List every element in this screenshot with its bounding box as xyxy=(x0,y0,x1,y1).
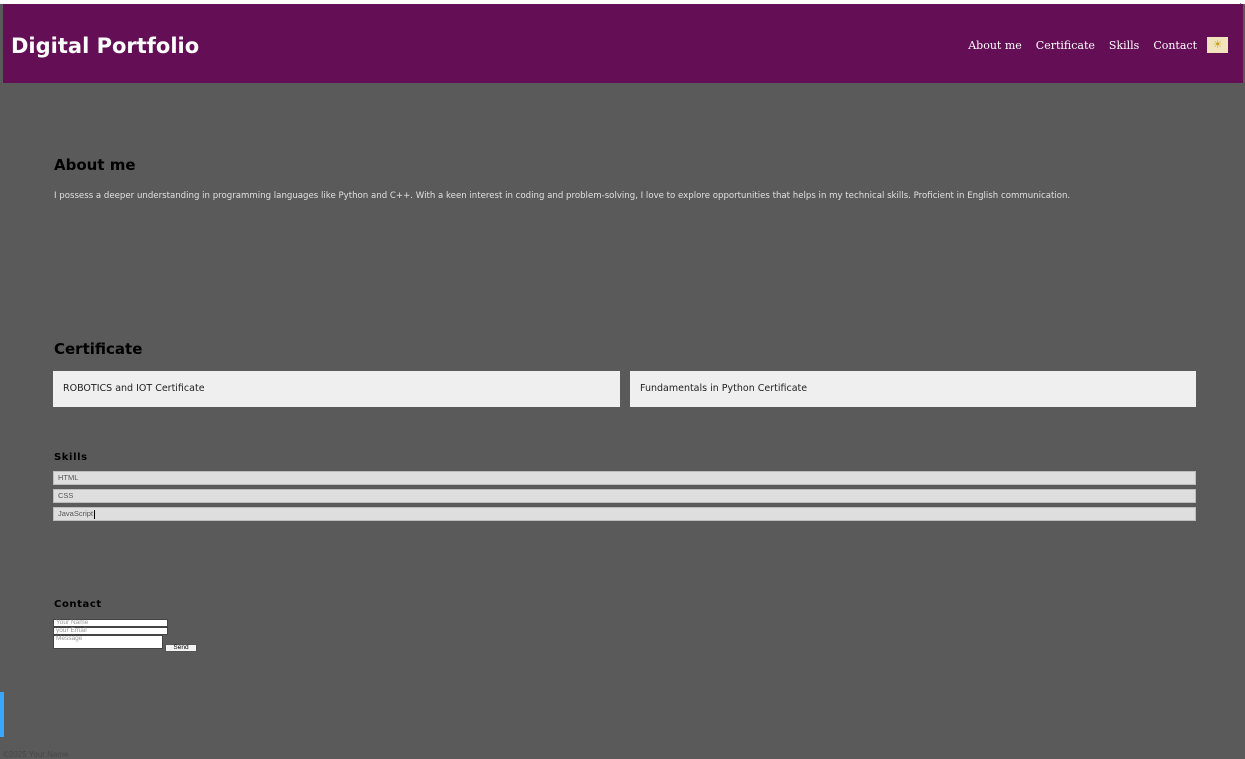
certificate-heading: Certificate xyxy=(54,340,143,358)
skill-bar-css: CSS xyxy=(53,489,1196,503)
nav-link-skills[interactable]: Skills xyxy=(1109,39,1139,52)
page: Digital Portfolio About me Certificate S… xyxy=(0,0,1245,759)
footer-text: ©2025 Your Name xyxy=(3,750,69,759)
skills-heading: Skills xyxy=(54,452,88,463)
navbar: Digital Portfolio About me Certificate S… xyxy=(3,4,1243,83)
theme-toggle-button[interactable]: ☀ xyxy=(1207,37,1228,53)
message-textarea-placeholder: Message xyxy=(56,635,83,642)
about-text: I possess a deeper understanding in prog… xyxy=(54,191,1071,201)
skill-label: JavaScript xyxy=(58,509,94,518)
nav-menu: About me Certificate Skills Contact ☀ xyxy=(954,37,1228,53)
nav-link-about[interactable]: About me xyxy=(968,39,1022,52)
text-cursor xyxy=(94,509,96,519)
skill-label: HTML xyxy=(58,473,79,482)
about-heading: About me xyxy=(54,156,136,174)
contact-heading: Contact xyxy=(54,599,102,610)
email-input[interactable]: your Email xyxy=(53,627,168,635)
skill-bar-html: HTML xyxy=(53,471,1196,485)
nav-link-contact[interactable]: Contact xyxy=(1153,39,1197,52)
certificate-card-python: Fundamentals in Python Certificate xyxy=(630,371,1196,407)
left-accent-bar xyxy=(0,692,4,737)
message-textarea[interactable]: Message xyxy=(53,635,163,649)
site-title: Digital Portfolio xyxy=(11,34,200,58)
skill-label: CSS xyxy=(58,491,74,500)
name-input[interactable]: Your Name xyxy=(53,619,168,627)
send-button[interactable]: Send xyxy=(165,644,197,652)
sun-icon: ☀ xyxy=(1212,38,1223,51)
certificate-card-robotics: ROBOTICS and IOT Certificate xyxy=(53,371,620,407)
name-input-placeholder: Your Name xyxy=(56,619,89,626)
skill-bar-javascript: JavaScript xyxy=(53,507,1196,521)
email-input-placeholder: your Email xyxy=(56,627,87,634)
nav-link-certificate[interactable]: Certificate xyxy=(1036,39,1095,52)
